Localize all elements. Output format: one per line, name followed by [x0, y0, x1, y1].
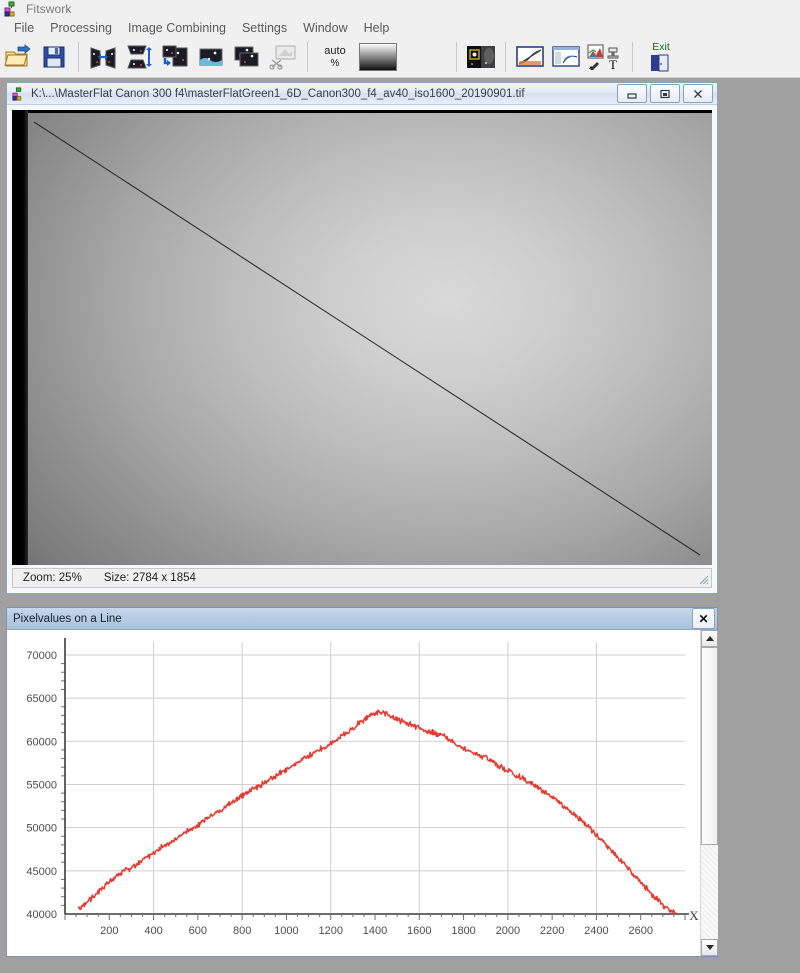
- auto-label: auto: [324, 44, 346, 57]
- image-window-titlebar[interactable]: K:\...\MasterFlat Canon 300 f4\masterFla…: [7, 83, 717, 105]
- image-status-bar: Zoom: 25% Size: 2784 x 1854: [12, 568, 712, 588]
- curves-button[interactable]: [513, 40, 547, 74]
- plot-window-titlebar[interactable]: Pixelvalues on a Line ✕: [7, 608, 717, 630]
- resize-grip[interactable]: [695, 571, 709, 585]
- svg-text:400: 400: [144, 925, 162, 937]
- menu-processing[interactable]: Processing: [42, 20, 120, 36]
- image-size-label: Size: 2784 x 1854: [103, 572, 196, 584]
- star-select-button[interactable]: [464, 40, 498, 74]
- svg-text:1000: 1000: [274, 925, 298, 937]
- exit-door-icon: [651, 54, 669, 72]
- svg-text:1200: 1200: [318, 925, 342, 937]
- menu-settings[interactable]: Settings: [234, 20, 295, 36]
- rotate-image-button[interactable]: [158, 40, 192, 74]
- open-file-button[interactable]: [1, 40, 35, 74]
- svg-text:T: T: [609, 57, 617, 70]
- toolbar-separator-2: [307, 42, 308, 72]
- exit-button[interactable]: Exit: [640, 40, 682, 74]
- crop-image-button[interactable]: [266, 40, 300, 74]
- image-stack-button[interactable]: [230, 40, 264, 74]
- svg-text:65000: 65000: [26, 693, 57, 705]
- image-window-buttons: [614, 84, 713, 103]
- plot-window-title: Pixelvalues on a Line: [13, 612, 122, 625]
- svg-text:1600: 1600: [407, 925, 431, 937]
- gradient-ramp-button[interactable]: [357, 40, 399, 74]
- svg-text:2600: 2600: [628, 925, 652, 937]
- scroll-up-button[interactable]: [701, 630, 718, 647]
- toolbar-separator-4: [505, 42, 506, 72]
- plot-body: 40000 45000 50000 55000 60000 65000 70000 200 40…: [7, 630, 717, 956]
- maximize-button[interactable]: [650, 84, 680, 103]
- flat-field-image: [12, 110, 712, 565]
- menubar: File Processing Image Combining Settings…: [0, 18, 800, 37]
- toolbar-separator-3: [456, 42, 457, 72]
- desktop-background-right: [718, 78, 800, 973]
- svg-text:45000: 45000: [26, 866, 57, 878]
- svg-text:70000: 70000: [26, 650, 57, 662]
- svg-text:2200: 2200: [540, 925, 564, 937]
- scrollbar-track[interactable]: [701, 647, 718, 939]
- menu-window[interactable]: Window: [295, 20, 355, 36]
- mirror-horizontal-button[interactable]: [86, 40, 120, 74]
- fitswork-doc-icon: [12, 86, 26, 101]
- measurement-line: [33, 121, 701, 556]
- image-shift-button[interactable]: [194, 40, 228, 74]
- plot-close-button[interactable]: ✕: [692, 608, 715, 629]
- scroll-down-button[interactable]: [701, 939, 718, 956]
- menu-file[interactable]: File: [6, 20, 42, 36]
- application-window: Fitswork File Processing Image Combining…: [0, 0, 800, 973]
- gradient-ramp-icon: [359, 43, 397, 71]
- svg-text:55000: 55000: [26, 779, 57, 791]
- zoom-level-label: Zoom: 25%: [23, 572, 82, 584]
- scroll-down-icon: [705, 945, 714, 950]
- minimize-button[interactable]: [617, 84, 647, 103]
- scroll-up-icon: [705, 636, 714, 641]
- svg-text:60000: 60000: [26, 736, 57, 748]
- svg-text:200: 200: [100, 925, 118, 937]
- color-picker-text-button[interactable]: T: [585, 40, 625, 74]
- toolbar-separator-5: [632, 42, 633, 72]
- svg-text:1800: 1800: [451, 925, 475, 937]
- histogram-button[interactable]: [549, 40, 583, 74]
- auto-percent-button[interactable]: auto %: [315, 40, 355, 74]
- desktop-background-bottom: [0, 957, 800, 973]
- fitswork-app-icon: [4, 1, 20, 17]
- vertical-scrollbar[interactable]: [700, 630, 718, 956]
- line-chart: 40000 45000 50000 55000 60000 65000 70000 200 40…: [7, 630, 701, 956]
- menu-image-combining[interactable]: Image Combining: [120, 20, 234, 36]
- svg-text:800: 800: [233, 925, 251, 937]
- svg-text:2000: 2000: [496, 925, 520, 937]
- image-window: K:\...\MasterFlat Canon 300 f4\masterFla…: [6, 82, 718, 594]
- svg-text:X: X: [689, 908, 699, 923]
- app-titlebar: Fitswork: [0, 0, 800, 18]
- pixelvalues-plot-window: Pixelvalues on a Line ✕ 40000 45000 50000 5…: [6, 607, 718, 957]
- toolbar: auto % T Exit: [0, 37, 800, 78]
- percent-label: %: [330, 57, 340, 69]
- close-button[interactable]: [683, 84, 713, 103]
- image-canvas[interactable]: [12, 110, 712, 565]
- svg-text:50000: 50000: [26, 823, 57, 835]
- exit-label: Exit: [652, 41, 670, 54]
- toolbar-separator-1: [78, 42, 79, 72]
- svg-text:2400: 2400: [584, 925, 608, 937]
- app-title: Fitswork: [26, 2, 72, 16]
- menu-help[interactable]: Help: [356, 20, 398, 36]
- pixelvalues-chart-svg: 40000 45000 50000 55000 60000 65000 70000 200 40…: [26, 638, 699, 937]
- mirror-vertical-button[interactable]: [122, 40, 156, 74]
- save-file-button[interactable]: [37, 40, 71, 74]
- svg-text:1400: 1400: [363, 925, 387, 937]
- svg-text:600: 600: [189, 925, 207, 937]
- image-window-title: K:\...\MasterFlat Canon 300 f4\masterFla…: [31, 87, 525, 100]
- scrollbar-thumb[interactable]: [701, 647, 718, 845]
- svg-text:40000: 40000: [26, 909, 57, 921]
